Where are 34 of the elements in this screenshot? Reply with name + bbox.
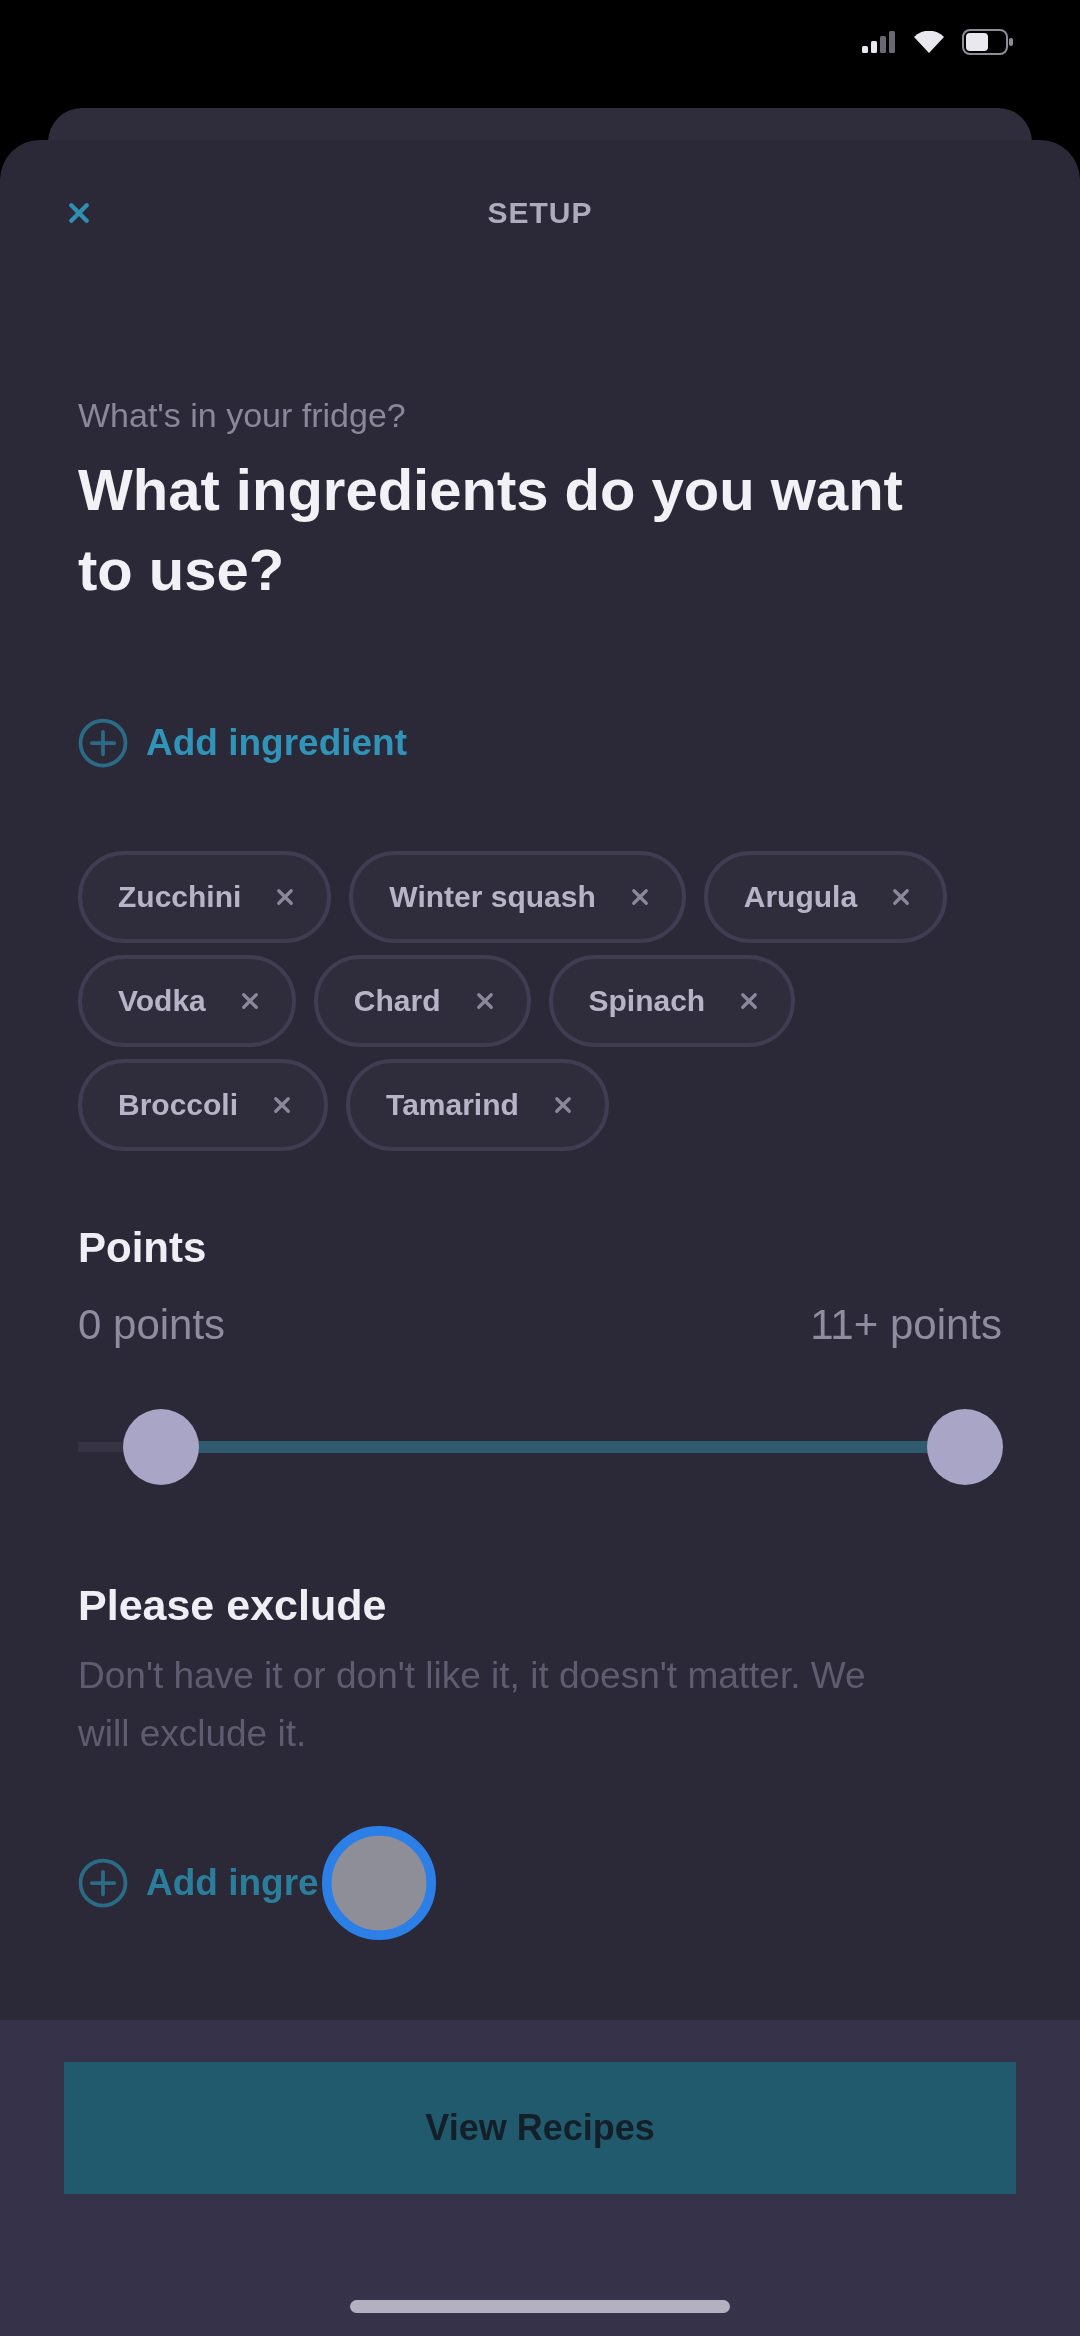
touch-indicator-icon [320, 1825, 437, 1941]
close-icon[interactable] [272, 1095, 293, 1115]
chip-label: Spinach [588, 984, 706, 1018]
chip-label: Vodka [118, 984, 206, 1018]
max-points-label: 11+ points [810, 1300, 1002, 1350]
plus-circle-icon [78, 718, 128, 768]
plus-circle-icon [78, 1858, 128, 1908]
battery-icon [962, 29, 1014, 55]
exclude-heading: Please exclude [78, 1580, 387, 1631]
exclude-description: Don't have it or don't like it, it doesn't matter. We will exclude it. [78, 1654, 867, 1756]
chip-label: Zucchini [118, 880, 242, 914]
view-recipes-button[interactable]: View Recipes [64, 2062, 1016, 2194]
close-icon[interactable] [474, 991, 495, 1011]
chip-label: Broccoli [118, 1088, 239, 1122]
question-title: What ingredients do you want to use? [78, 456, 904, 604]
add-ingredient-button[interactable]: Add ingredient [78, 713, 408, 773]
signal-icon [862, 31, 896, 53]
close-icon[interactable] [739, 991, 760, 1011]
min-points-label: 0 points [78, 1300, 226, 1350]
close-icon[interactable] [68, 202, 90, 224]
chip-label: Tamarind [386, 1088, 519, 1122]
question-subtitle: What's in your fridge? [78, 395, 406, 435]
close-icon[interactable] [629, 887, 650, 907]
screen-title: SETUP [487, 196, 593, 230]
close-icon[interactable] [552, 1095, 573, 1115]
points-heading: Points [78, 1223, 207, 1273]
close-icon[interactable] [239, 991, 260, 1011]
wifi-icon [914, 31, 944, 53]
add-ingredient-button[interactable]: Add ingre [78, 1853, 319, 1913]
chip-label: Arugula [743, 880, 858, 914]
chip-label: Winter squash [389, 880, 596, 914]
close-icon[interactable] [891, 887, 912, 907]
chip-label: Chard [353, 984, 441, 1018]
close-icon[interactable] [275, 887, 296, 907]
